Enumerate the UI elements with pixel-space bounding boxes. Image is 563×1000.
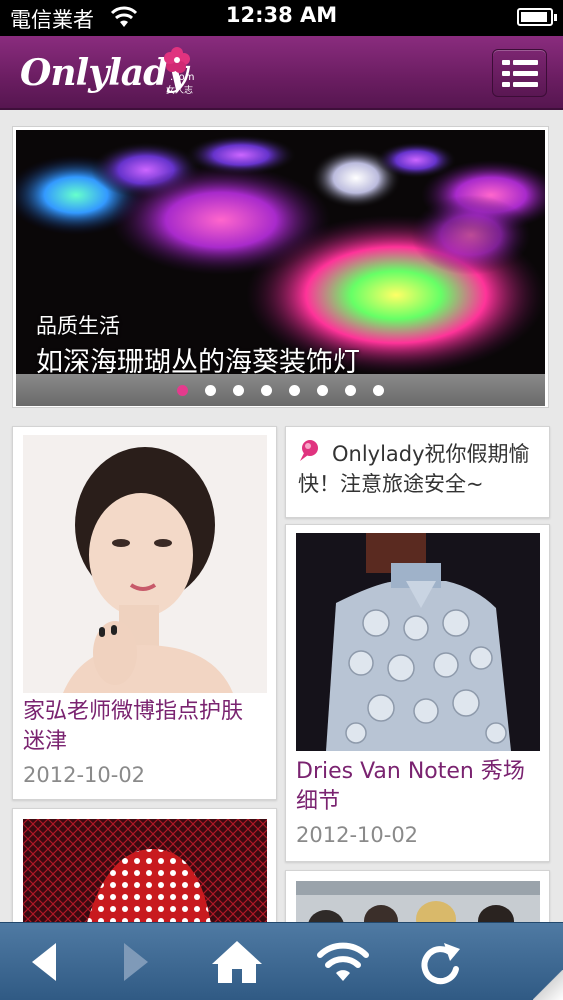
carousel-pagination[interactable]	[16, 374, 545, 406]
article-date: 2012-10-02	[23, 763, 146, 787]
forward-icon[interactable]	[108, 937, 162, 987]
notice-card[interactable]: Onlylady祝你假期愉快！注意旅途安全~	[285, 426, 550, 518]
article-card[interactable]	[12, 808, 277, 922]
article-title[interactable]: 家弘老师微博指点护肤迷津	[23, 697, 263, 757]
carousel-dot[interactable]	[177, 384, 188, 396]
article-image[interactable]	[296, 881, 540, 922]
battery-icon	[517, 8, 557, 26]
browser-toolbar	[0, 922, 563, 1000]
content-area[interactable]: 品质生活 如深海珊瑚丛的海葵装饰灯 家弘老师微博指点护肤迷津 2012-10-0…	[0, 112, 563, 922]
article-card[interactable]: Dries Van Noten 秀场细节 2012-10-02	[285, 524, 550, 862]
article-image[interactable]	[23, 435, 267, 693]
carousel-dot[interactable]	[289, 384, 300, 396]
carousel-dot[interactable]	[373, 384, 384, 396]
wifi-icon[interactable]	[316, 937, 370, 987]
article-card[interactable]: 家弘老师微博指点护肤迷津 2012-10-02	[12, 426, 277, 800]
clock: 12:38 AM	[225, 3, 338, 27]
status-bar: 電信業者 12:38 AM	[0, 0, 563, 36]
carousel-dot[interactable]	[205, 384, 216, 396]
article-date: 2012-10-02	[296, 823, 419, 847]
carousel-dot[interactable]	[345, 384, 356, 396]
banner-image[interactable]: 品质生活 如深海珊瑚丛的海葵装饰灯	[16, 130, 545, 374]
logo-subtitle: 女人志	[166, 86, 194, 96]
menu-button[interactable]	[492, 49, 547, 97]
banner-carousel[interactable]: 品质生活 如深海珊瑚丛的海葵装饰灯	[12, 126, 549, 408]
article-title[interactable]: Dries Van Noten 秀场细节	[296, 757, 540, 817]
banner-title[interactable]: 如深海珊瑚丛的海葵装饰灯	[36, 340, 360, 374]
flower-icon	[164, 47, 190, 73]
carousel-dot[interactable]	[317, 384, 328, 396]
notice-text: Onlylady祝你假期愉快！注意旅途安全~	[298, 442, 530, 496]
article-card[interactable]	[285, 870, 550, 922]
home-icon[interactable]	[210, 937, 264, 987]
banner-category: 品质生活	[36, 314, 120, 338]
logo-dotcom: .com	[170, 72, 195, 83]
carousel-dot[interactable]	[233, 384, 244, 396]
carousel-dot[interactable]	[261, 384, 272, 396]
article-image[interactable]	[23, 819, 267, 922]
page-curl-icon[interactable]	[533, 970, 563, 1000]
refresh-icon[interactable]	[414, 937, 468, 987]
app-header: Onlylady .com 女人志	[0, 36, 563, 110]
back-icon[interactable]	[18, 937, 72, 987]
article-image[interactable]	[296, 533, 540, 751]
